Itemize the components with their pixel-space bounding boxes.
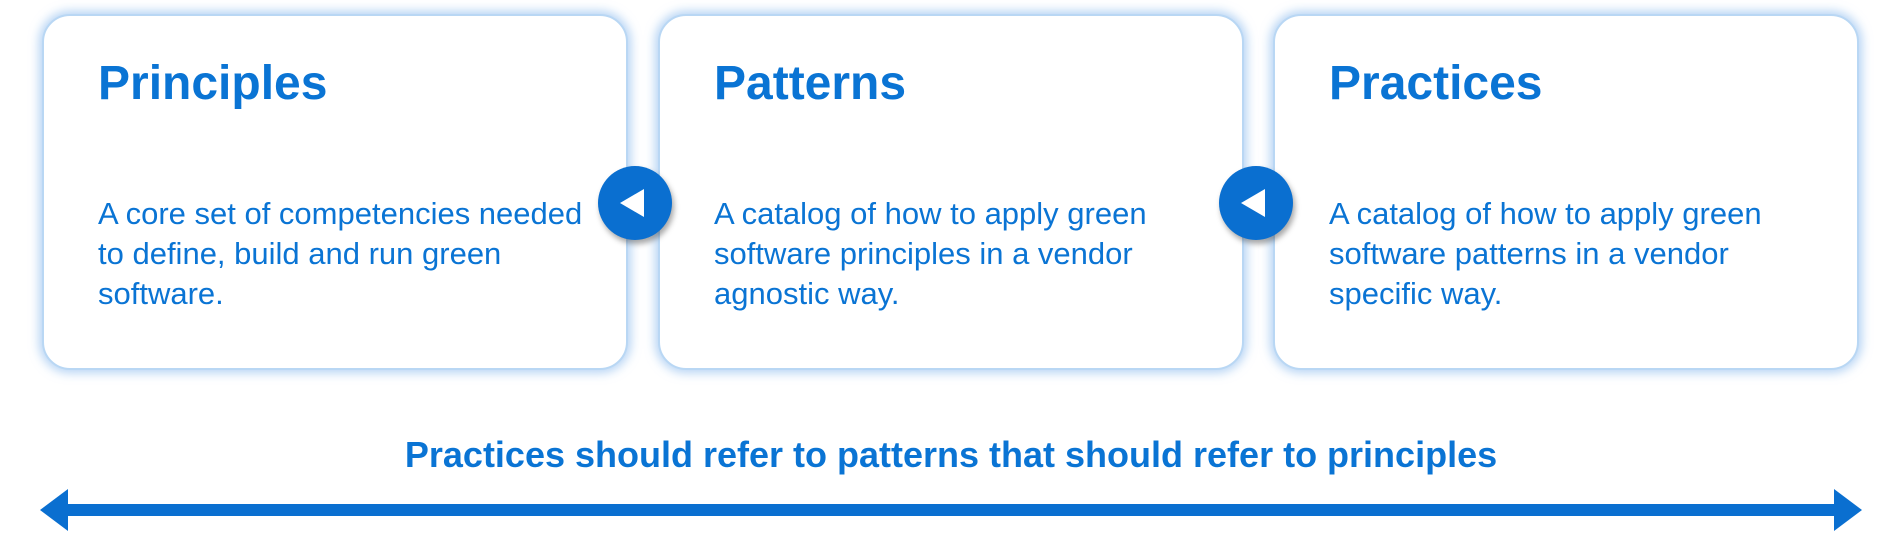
left-arrow-icon [1241,189,1265,217]
card-patterns: Patterns A catalog of how to apply green… [658,14,1244,370]
left-arrow-icon [620,189,644,217]
double-arrow-icon [40,489,1862,531]
card-title: Principles [98,57,328,110]
caption: Practices should refer to patterns that … [404,434,1498,475]
card-title: Practices [1329,57,1543,110]
card-practices: Practices A catalog of how to apply gree… [1273,14,1859,370]
card-principles: Principles A core set of competencies ne… [42,14,628,370]
card-description: A catalog of how to apply green software… [714,196,1147,311]
connector-patterns-to-principles [598,166,672,240]
card-description: A catalog of how to apply green software… [1329,196,1762,311]
card-description: A core set of competencies needed to def… [98,196,583,311]
connector-practices-to-patterns [1219,166,1293,240]
card-title: Patterns [714,57,907,110]
